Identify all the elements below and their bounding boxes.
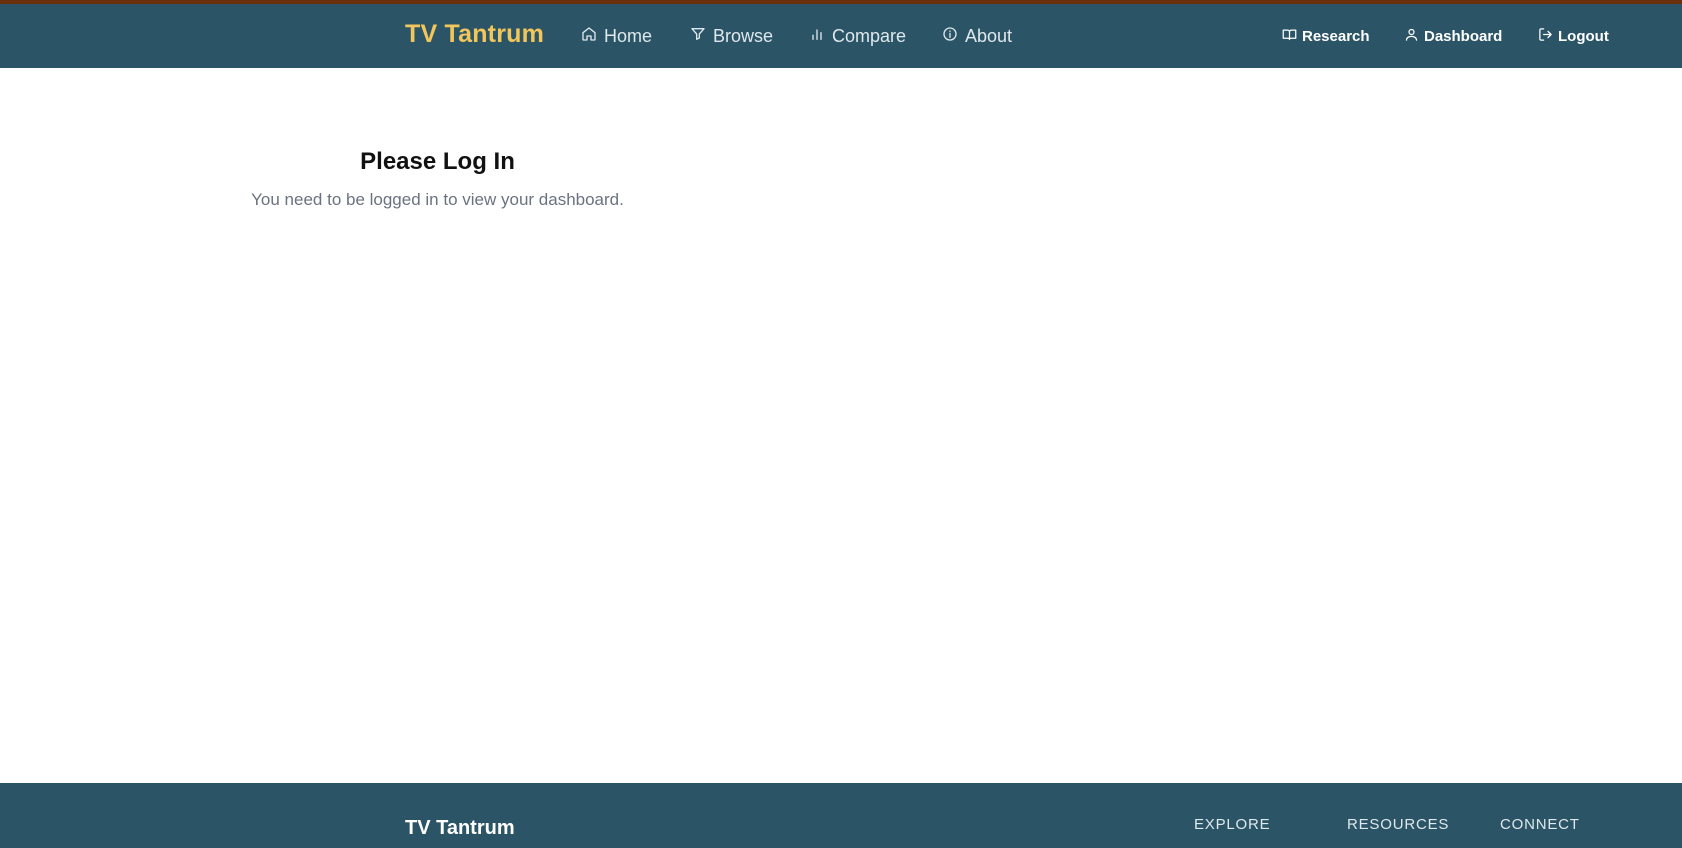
- login-required-message: You need to be logged in to view your da…: [251, 190, 624, 209]
- nav-dashboard-label: Dashboard: [1424, 27, 1503, 45]
- home-icon: [581, 26, 597, 47]
- nav-browse-label: Browse: [713, 25, 774, 46]
- nav-home-label: Home: [604, 25, 653, 46]
- nav-compare-label: Compare: [832, 25, 907, 46]
- footer-brand: TV Tantrum: [405, 817, 515, 839]
- logout-button[interactable]: Logout: [1538, 26, 1609, 46]
- book-open-icon: [1282, 27, 1297, 46]
- top-navbar: TV Tantrum Home Browse Compare About Res…: [0, 4, 1682, 68]
- main-content: Please Log In You need to be logged in t…: [0, 68, 1682, 783]
- page-title: Please Log In: [360, 148, 515, 175]
- user-icon: [1404, 27, 1419, 46]
- footer-heading-explore: EXPLORE: [1194, 816, 1271, 833]
- info-icon: [942, 26, 958, 47]
- nav-research-label: Research: [1302, 27, 1370, 45]
- logout-label: Logout: [1558, 27, 1609, 45]
- nav-about-label: About: [965, 25, 1013, 46]
- nav-home[interactable]: Home: [581, 24, 652, 48]
- footer-heading-connect: CONNECT: [1500, 816, 1580, 833]
- nav-browse[interactable]: Browse: [690, 24, 773, 48]
- bar-chart-icon: [809, 26, 825, 47]
- site-footer: TV Tantrum EXPLORE RESOURCES CONNECT: [0, 783, 1682, 848]
- nav-dashboard[interactable]: Dashboard: [1404, 26, 1502, 46]
- nav-compare[interactable]: Compare: [809, 24, 906, 48]
- filter-icon: [690, 26, 706, 47]
- footer-heading-resources: RESOURCES: [1347, 816, 1450, 833]
- brand-logo[interactable]: TV Tantrum: [405, 20, 544, 49]
- nav-research[interactable]: Research: [1282, 26, 1370, 46]
- logout-icon: [1538, 27, 1553, 46]
- nav-about[interactable]: About: [942, 24, 1012, 48]
